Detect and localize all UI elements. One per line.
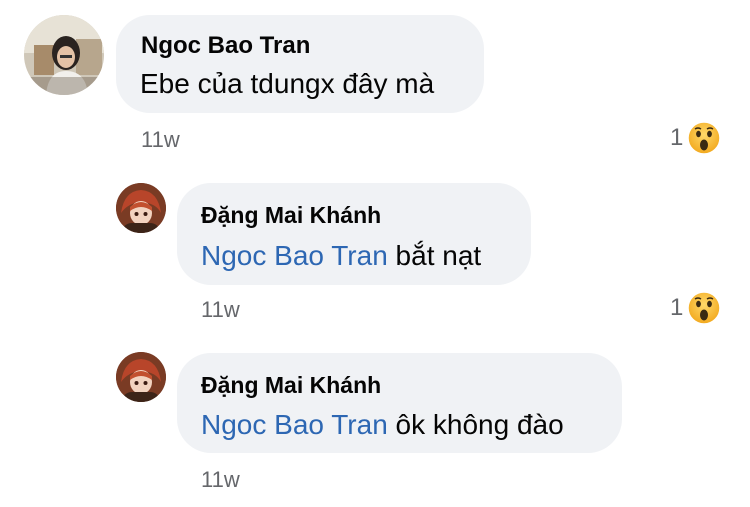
comment-text: Ngoc Bao Tran ôk không đào <box>201 409 564 441</box>
avatar-photo-icon <box>24 15 104 95</box>
comment-author[interactable]: Ngoc Bao Tran <box>141 32 310 60</box>
comment-text: Ngoc Bao Tran bắt nạt <box>201 240 481 272</box>
reaction-count: 1 <box>670 294 684 321</box>
reaction-summary[interactable]: 1 <box>670 291 722 325</box>
reaction-summary[interactable]: 1 <box>670 121 722 155</box>
reaction-count: 1 <box>670 124 684 151</box>
comment-timestamp[interactable]: 11w <box>201 467 240 493</box>
avatar[interactable] <box>116 352 166 402</box>
comment-body: ôk không đào <box>387 409 564 440</box>
avatar[interactable] <box>116 183 166 233</box>
avatar-illustration-icon <box>116 352 166 402</box>
comment-body: Ebe của tdungx đây mà <box>140 68 435 99</box>
wow-reaction-icon <box>687 291 722 325</box>
avatar-illustration-icon <box>116 183 166 233</box>
comment-timestamp[interactable]: 11w <box>141 127 180 153</box>
comment-body: bắt nạt <box>387 240 482 271</box>
mention-link[interactable]: Ngoc Bao Tran <box>201 409 388 440</box>
wow-reaction-icon <box>687 121 722 155</box>
comment-text: Ebe của tdungx đây mà <box>140 68 434 100</box>
mention-link[interactable]: Ngoc Bao Tran <box>201 240 388 271</box>
avatar[interactable] <box>24 15 104 95</box>
comment-timestamp[interactable]: 11w <box>201 297 240 323</box>
comment-author[interactable]: Đặng Mai Khánh <box>201 372 381 399</box>
comment-author[interactable]: Đặng Mai Khánh <box>201 202 381 229</box>
